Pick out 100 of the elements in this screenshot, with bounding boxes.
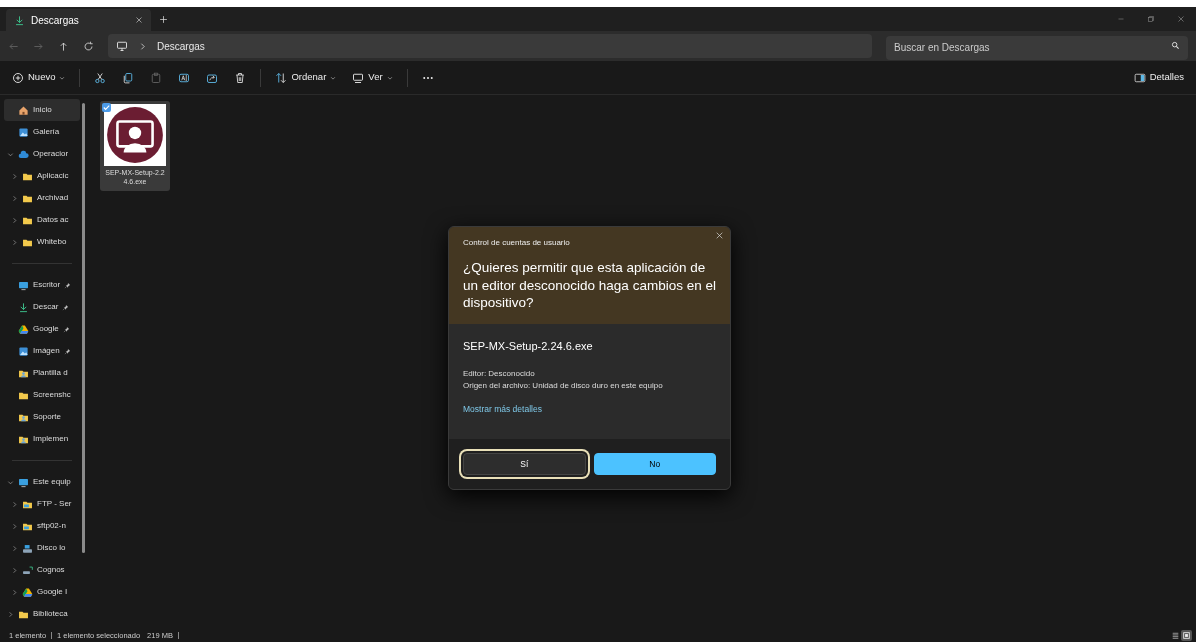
sidebar-item[interactable]: Plantilla d bbox=[4, 362, 80, 384]
sidebar-item[interactable]: Screenshc bbox=[4, 384, 80, 406]
sidebar-label: Google I bbox=[37, 586, 68, 598]
sidebar-item[interactable]: Whitebo bbox=[4, 231, 80, 253]
close-icon bbox=[1177, 15, 1185, 23]
search-field[interactable]: Buscar en Descargas bbox=[886, 35, 1188, 60]
search-icon[interactable] bbox=[1171, 41, 1180, 50]
sidebar-label: Cognos bbox=[37, 564, 65, 576]
address-bar[interactable]: Descargas bbox=[108, 34, 872, 58]
clipboard-icon bbox=[150, 71, 163, 84]
sidebar-item[interactable]: Datos ac bbox=[4, 209, 80, 231]
sidebar-label: Biblioteca bbox=[33, 608, 68, 620]
monitor-icon bbox=[116, 40, 128, 52]
sidebar-label: sftp02-n bbox=[37, 520, 66, 532]
pin-icon bbox=[62, 303, 70, 311]
sidebar-item[interactable]: Imágen bbox=[4, 340, 80, 362]
chevron-right-icon bbox=[11, 216, 18, 224]
sidebar-item[interactable]: Cognos bbox=[4, 559, 80, 581]
sidebar-label: Este equip bbox=[33, 476, 71, 488]
chevron-right-icon bbox=[11, 566, 18, 574]
sidebar-item[interactable]: Descar bbox=[4, 296, 80, 318]
sidebar-label: Descar bbox=[33, 301, 59, 313]
tiles-view-icon bbox=[1182, 631, 1191, 640]
sidebar-label: Escritor bbox=[33, 279, 61, 291]
sidebar-item[interactable]: Google I bbox=[4, 581, 80, 603]
chevron-right-icon bbox=[11, 238, 18, 246]
sidebar-item[interactable]: Disco lo bbox=[4, 537, 80, 559]
drive-icon bbox=[18, 323, 29, 335]
app-icon bbox=[104, 104, 166, 166]
tab[interactable]: Descargas bbox=[6, 9, 151, 31]
sidebar-item[interactable]: Biblioteca bbox=[4, 603, 80, 625]
caret-icon bbox=[386, 74, 393, 81]
chevron-right-icon bbox=[138, 41, 147, 51]
sort-button[interactable]: Ordenar bbox=[269, 66, 343, 89]
details-pane-icon bbox=[1133, 71, 1146, 84]
picture-icon bbox=[18, 126, 29, 138]
sidebar-item[interactable]: Operacior bbox=[4, 143, 80, 165]
sidebar-item[interactable]: Soporte bbox=[4, 406, 80, 428]
close-icon bbox=[715, 231, 724, 240]
sidebar-label: Soporte bbox=[33, 411, 62, 423]
sidebar-item[interactable]: Este equip bbox=[4, 471, 80, 493]
sidebar-label: Archivad bbox=[37, 192, 69, 204]
plus-circle-icon bbox=[12, 71, 24, 84]
trash-icon bbox=[234, 71, 247, 84]
chevron-down-icon bbox=[7, 478, 14, 486]
chevron-right-icon bbox=[11, 544, 18, 552]
close-tab-button[interactable] bbox=[135, 16, 143, 24]
sidebar-item[interactable]: Galería bbox=[4, 121, 80, 143]
checkbox[interactable] bbox=[102, 103, 111, 112]
new-button[interactable]: Nuevo bbox=[6, 66, 72, 89]
view-button[interactable]: Ver bbox=[346, 66, 399, 89]
sidebar-item[interactable]: Google bbox=[4, 318, 80, 340]
chevron-right-icon bbox=[11, 522, 18, 530]
detail-text: Editor: Desconocido bbox=[463, 368, 536, 380]
sidebar-label: Implemen bbox=[33, 433, 69, 445]
restore-icon bbox=[1147, 15, 1155, 23]
sidebar-item[interactable]: sftp02-n bbox=[4, 515, 80, 537]
sidebar-item[interactable]: Inicio bbox=[4, 99, 80, 121]
chevron-right-icon bbox=[11, 500, 18, 508]
sidebar-item[interactable]: FTP - Ser bbox=[4, 493, 80, 515]
close-icon bbox=[135, 16, 143, 24]
picture-icon bbox=[18, 345, 29, 357]
list-view-icon bbox=[1171, 631, 1180, 640]
chevron-right-icon bbox=[11, 588, 18, 596]
forward-arrow-icon bbox=[33, 40, 44, 52]
pin-icon bbox=[64, 281, 72, 289]
copy-icon bbox=[122, 71, 135, 84]
sidebar-item[interactable]: Aplicacic bbox=[4, 165, 80, 187]
minimize-icon bbox=[1117, 15, 1125, 23]
dialog-question: ¿Quieres permitir que esta aplicación de un editor desconocido haga cambios en el dispositivo? bbox=[463, 259, 716, 312]
scissors-icon bbox=[94, 71, 107, 84]
drive-icon bbox=[22, 586, 33, 598]
sidebar-label: Screenshc bbox=[33, 389, 71, 401]
close-button[interactable] bbox=[715, 231, 724, 240]
pin-icon bbox=[62, 325, 70, 333]
cloud-icon bbox=[18, 148, 29, 160]
plus-icon bbox=[159, 14, 168, 24]
tiles-view-button[interactable] bbox=[1181, 630, 1192, 641]
deny-button[interactable]: No bbox=[593, 453, 716, 476]
chevron-right-icon bbox=[7, 610, 14, 618]
sidebar-item[interactable]: Escritor bbox=[4, 274, 80, 296]
details-button[interactable]: Detalles bbox=[1127, 66, 1190, 89]
breadcrumb[interactable]: Descargas bbox=[157, 38, 205, 54]
sidebar-item[interactable]: Implemen bbox=[4, 428, 80, 450]
more-details-link[interactable]: Mostrar más detalles bbox=[463, 403, 542, 417]
details-view-button[interactable] bbox=[1170, 630, 1181, 641]
up-arrow-icon bbox=[58, 40, 69, 52]
dialog-caption: Control de cuentas de usuario bbox=[463, 237, 571, 249]
scrollbar-thumb[interactable] bbox=[82, 103, 85, 553]
chevron-down-icon bbox=[7, 150, 14, 158]
sidebar-item[interactable]: Archivad bbox=[4, 187, 80, 209]
up-button[interactable] bbox=[58, 40, 69, 52]
pin-icon bbox=[63, 347, 71, 355]
disk-icon bbox=[22, 542, 33, 554]
refresh-button[interactable] bbox=[83, 40, 94, 52]
sidebar-label: Imágen bbox=[33, 345, 60, 357]
chevron-right-icon bbox=[11, 172, 18, 180]
sidebar-label: Inicio bbox=[33, 104, 52, 116]
rename-icon bbox=[178, 71, 191, 84]
back-arrow-icon bbox=[8, 40, 19, 52]
